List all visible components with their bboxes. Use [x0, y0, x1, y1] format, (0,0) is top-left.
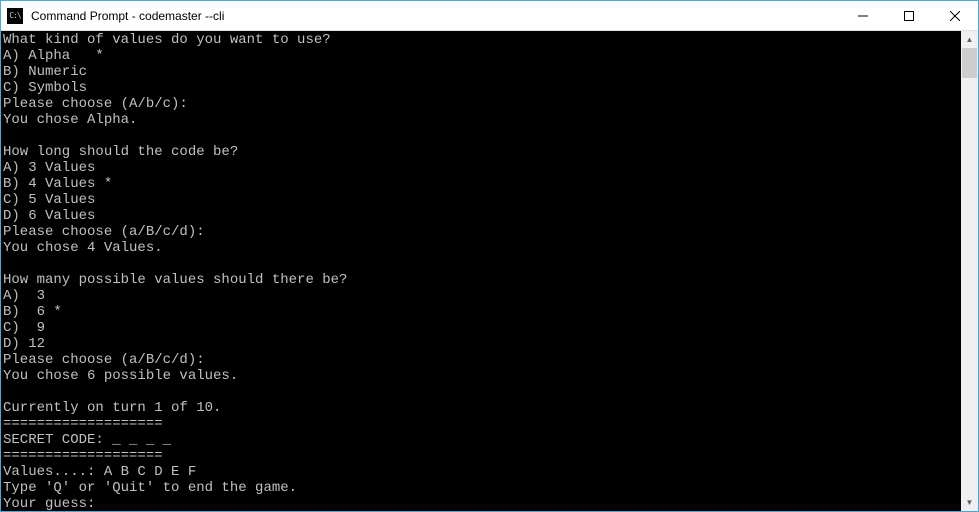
console-line: A) 3: [3, 288, 959, 304]
console-line: ===================: [3, 448, 959, 464]
console-line: Please choose (a/B/c/d):: [3, 224, 959, 240]
console-line: SECRET CODE: _ _ _ _: [3, 432, 959, 448]
minimize-icon: [858, 11, 868, 21]
cmd-icon: C:\: [7, 8, 23, 24]
scrollbar-thumb[interactable]: [962, 48, 977, 78]
console-line: You chose 6 possible values.: [3, 368, 959, 384]
console-line: How many possible values should there be…: [3, 272, 959, 288]
console-area: What kind of values do you want to use?A…: [1, 31, 978, 511]
scroll-down-button[interactable]: ▼: [961, 494, 978, 511]
console-line: D) 6 Values: [3, 208, 959, 224]
close-button[interactable]: [932, 1, 978, 30]
window-title: Command Prompt - codemaster --cli: [29, 9, 840, 23]
close-icon: [950, 11, 960, 21]
console-line: [3, 384, 959, 400]
console-line: [3, 256, 959, 272]
console-line: B) Numeric: [3, 64, 959, 80]
console-line: A) Alpha *: [3, 48, 959, 64]
console-line: C) 5 Values: [3, 192, 959, 208]
console-line: A) 3 Values: [3, 160, 959, 176]
console-line: C) Symbols: [3, 80, 959, 96]
console-line: Type 'Q' or 'Quit' to end the game.: [3, 480, 959, 496]
console-line: Values....: A B C D E F: [3, 464, 959, 480]
console-output[interactable]: What kind of values do you want to use?A…: [1, 31, 961, 511]
console-line: D) 12: [3, 336, 959, 352]
maximize-button[interactable]: [886, 1, 932, 30]
window-titlebar: C:\ Command Prompt - codemaster --cli: [1, 1, 978, 31]
window-controls: [840, 1, 978, 30]
maximize-icon: [904, 11, 914, 21]
console-line: You chose Alpha.: [3, 112, 959, 128]
console-line: Please choose (a/B/c/d):: [3, 352, 959, 368]
minimize-button[interactable]: [840, 1, 886, 30]
vertical-scrollbar[interactable]: ▲ ▼: [961, 31, 978, 511]
console-line: You chose 4 Values.: [3, 240, 959, 256]
console-line: B) 4 Values *: [3, 176, 959, 192]
console-line: Please choose (A/b/c):: [3, 96, 959, 112]
console-line: How long should the code be?: [3, 144, 959, 160]
console-line: C) 9: [3, 320, 959, 336]
console-line: B) 6 *: [3, 304, 959, 320]
console-line: ===================: [3, 416, 959, 432]
console-line: What kind of values do you want to use?: [3, 32, 959, 48]
scroll-up-button[interactable]: ▲: [961, 31, 978, 48]
console-line: Your guess:: [3, 496, 959, 511]
console-line: [3, 128, 959, 144]
console-line: Currently on turn 1 of 10.: [3, 400, 959, 416]
